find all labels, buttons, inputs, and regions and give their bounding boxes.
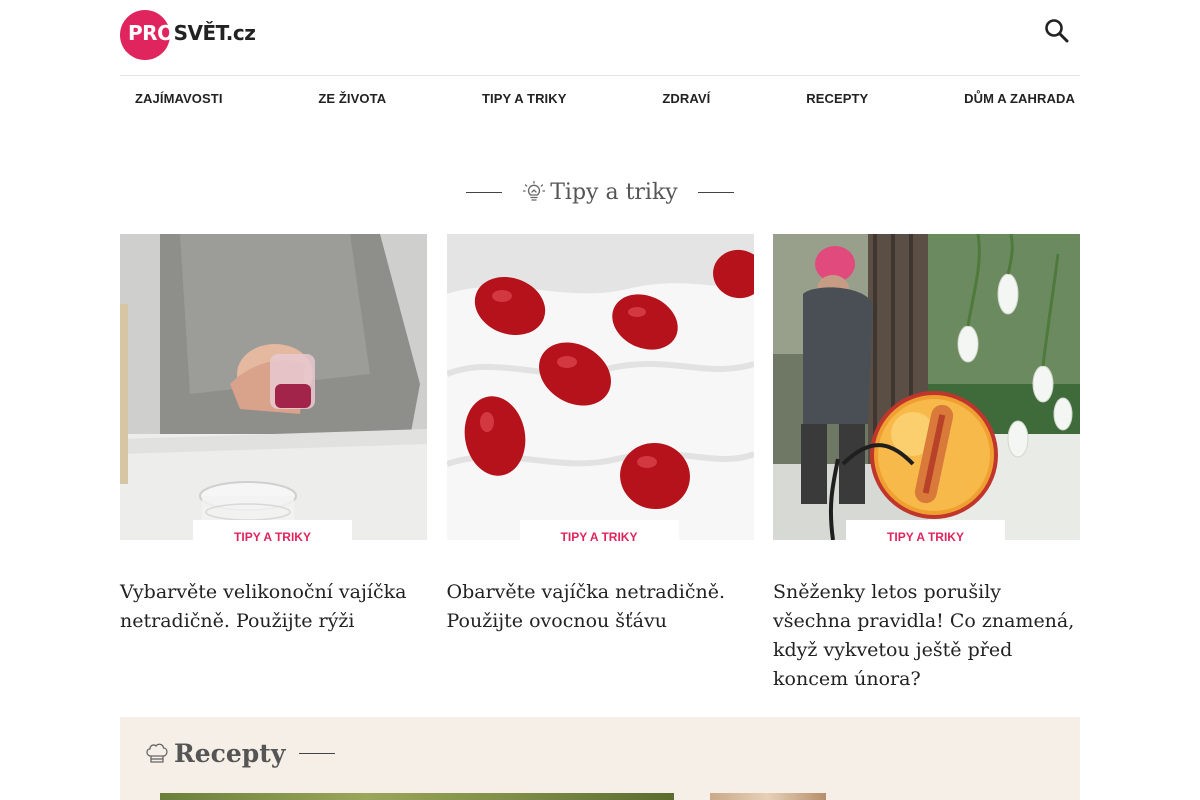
heading-divider-right bbox=[299, 753, 336, 754]
article-card[interactable]: TIPY A TRIKY Sněženky letos porušily vše… bbox=[773, 234, 1080, 694]
nav-item-zajimavosti[interactable]: ZAJÍMAVOSTI bbox=[135, 91, 223, 106]
logo-svet: SVĚT bbox=[173, 21, 227, 45]
section-title-recipes: Recepty bbox=[174, 739, 286, 768]
nav-item-ze-zivota[interactable]: ZE ŽIVOTA bbox=[318, 91, 386, 106]
logo-cz: .cz bbox=[225, 21, 256, 45]
tips-card-list: TIPY A TRIKY Vybarvěte velikonoční vajíč… bbox=[120, 234, 1080, 694]
logo-o: O bbox=[157, 21, 174, 45]
search-button[interactable] bbox=[1042, 16, 1072, 46]
section-heading-recipes: Recepty bbox=[144, 739, 336, 768]
nav-item-tipy-a-triky[interactable]: TIPY A TRIKY bbox=[482, 91, 567, 106]
article-title[interactable]: Sněženky letos porušily všechna pravidla… bbox=[773, 578, 1080, 694]
section-heading-tips: Tipy a triky bbox=[0, 172, 1200, 212]
chef-hat-icon bbox=[146, 743, 168, 763]
search-icon bbox=[1045, 19, 1069, 43]
article-category-tag[interactable]: TIPY A TRIKY bbox=[519, 520, 679, 556]
logo-text: PROSVĚT.cz bbox=[128, 21, 256, 45]
logo-pro: PR bbox=[128, 21, 158, 45]
heading-divider-right bbox=[697, 191, 734, 193]
heading-divider-left bbox=[466, 191, 503, 193]
article-card[interactable]: TIPY A TRIKY Vybarvěte velikonoční vajíč… bbox=[120, 234, 427, 694]
article-image-red-eggs[interactable] bbox=[446, 234, 754, 540]
article-card[interactable]: TIPY A TRIKY Obarvěte vajíčka netradičně… bbox=[446, 234, 754, 694]
article-category-tag[interactable]: TIPY A TRIKY bbox=[846, 520, 1005, 556]
nav-item-zdravi[interactable]: ZDRAVÍ bbox=[662, 91, 710, 106]
nav-item-dum-a-zahrada[interactable]: DŮM A ZAHRADA bbox=[964, 91, 1075, 106]
section-title-tips: Tipy a triky bbox=[550, 179, 678, 205]
article-image-rice-eggs[interactable] bbox=[120, 234, 427, 540]
recipes-section: Recepty bbox=[120, 717, 1080, 800]
site-header: PROSVĚT.cz bbox=[120, 0, 1080, 76]
recipe-image-small[interactable] bbox=[710, 793, 826, 800]
article-title[interactable]: Obarvěte vajíčka netradičně. Použijte ov… bbox=[447, 578, 754, 636]
site-logo[interactable]: PROSVĚT.cz bbox=[120, 10, 256, 60]
recipe-image-large[interactable] bbox=[160, 793, 674, 800]
lightbulb-icon bbox=[523, 180, 546, 201]
main-nav: ZAJÍMAVOSTI ZE ŽIVOTA TIPY A TRIKY ZDRAV… bbox=[120, 76, 1080, 120]
article-title[interactable]: Vybarvěte velikonoční vajíčka netradičně… bbox=[120, 578, 427, 636]
article-category-tag[interactable]: TIPY A TRIKY bbox=[193, 520, 352, 556]
nav-item-recepty[interactable]: RECEPTY bbox=[806, 91, 868, 106]
article-image-snowdrops[interactable] bbox=[773, 234, 1080, 540]
